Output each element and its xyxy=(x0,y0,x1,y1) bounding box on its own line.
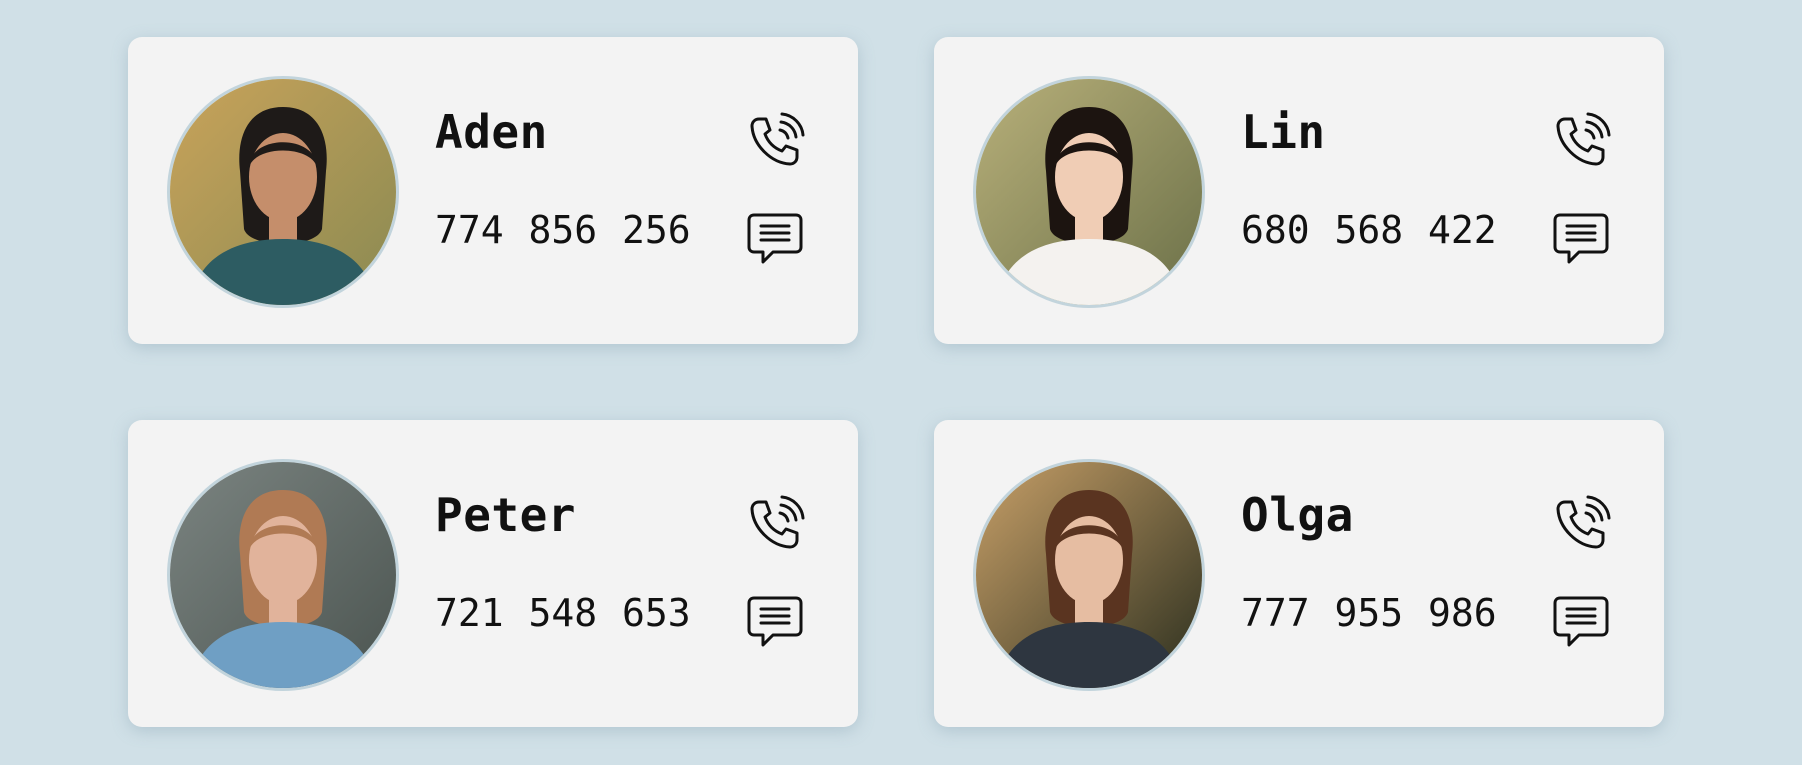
chat-message-icon xyxy=(1552,595,1610,649)
message-button[interactable] xyxy=(743,207,807,271)
contact-card: Aden 774 856 256 xyxy=(128,37,858,344)
avatar xyxy=(973,459,1205,691)
contact-name: Peter xyxy=(435,488,576,542)
contact-name: Aden xyxy=(435,105,548,159)
contacts-grid: Aden 774 856 256 Lin 680 568 422 Peter 7… xyxy=(128,37,1664,727)
phone-call-icon xyxy=(745,111,805,171)
call-button[interactable] xyxy=(1549,109,1613,173)
phone-call-icon xyxy=(1551,111,1611,171)
contact-card: Olga 777 955 986 xyxy=(934,420,1664,727)
avatar xyxy=(167,76,399,308)
call-button[interactable] xyxy=(743,109,807,173)
call-button[interactable] xyxy=(743,492,807,556)
contact-name: Olga xyxy=(1241,488,1354,542)
avatar xyxy=(973,76,1205,308)
contact-phone: 774 856 256 xyxy=(435,208,691,252)
chat-message-icon xyxy=(1552,212,1610,266)
contact-card: Lin 680 568 422 xyxy=(934,37,1664,344)
chat-message-icon xyxy=(746,212,804,266)
message-button[interactable] xyxy=(1549,590,1613,654)
chat-message-icon xyxy=(746,595,804,649)
contact-phone: 777 955 986 xyxy=(1241,591,1497,635)
contact-card: Peter 721 548 653 xyxy=(128,420,858,727)
call-button[interactable] xyxy=(1549,492,1613,556)
contact-name: Lin xyxy=(1241,105,1326,159)
contact-phone: 680 568 422 xyxy=(1241,208,1497,252)
contact-phone: 721 548 653 xyxy=(435,591,691,635)
message-button[interactable] xyxy=(1549,207,1613,271)
message-button[interactable] xyxy=(743,590,807,654)
avatar xyxy=(167,459,399,691)
phone-call-icon xyxy=(745,494,805,554)
phone-call-icon xyxy=(1551,494,1611,554)
